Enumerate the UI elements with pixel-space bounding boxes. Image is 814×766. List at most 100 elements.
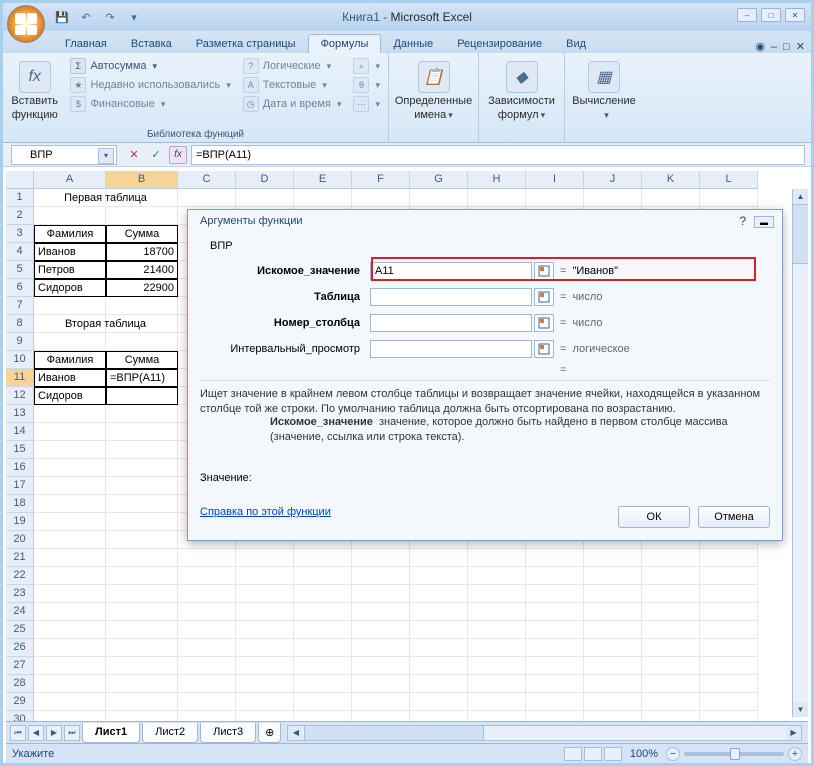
view-layout-icon[interactable] <box>584 747 602 761</box>
col-header[interactable]: F <box>352 171 410 189</box>
inner-restore-icon[interactable]: □ <box>783 41 790 53</box>
range-picker-icon[interactable] <box>534 262 554 280</box>
row-header[interactable]: 29 <box>6 693 34 711</box>
tab-view[interactable]: Вид <box>554 35 598 53</box>
zoom-out-icon[interactable]: − <box>666 747 680 761</box>
col-header[interactable]: C <box>178 171 236 189</box>
math-menu[interactable]: θ <box>351 76 382 94</box>
col-header[interactable]: I <box>526 171 584 189</box>
vertical-scrollbar[interactable]: ▲ ▼ <box>792 189 808 717</box>
range-picker-icon[interactable] <box>534 340 554 358</box>
maximize-icon[interactable]: □ <box>761 8 781 22</box>
row-header[interactable]: 2 <box>6 207 34 225</box>
row-header[interactable]: 18 <box>6 495 34 513</box>
name-box-dropdown-icon[interactable]: ▾ <box>98 148 114 164</box>
sheet-nav-last-icon[interactable]: ⏭ <box>64 725 80 741</box>
sheet-nav-first-icon[interactable]: ⏮ <box>10 725 26 741</box>
col-header[interactable]: J <box>584 171 642 189</box>
recent-menu[interactable]: ★Недавно использовались <box>68 76 232 94</box>
view-normal-icon[interactable] <box>564 747 582 761</box>
arg-input-lookup[interactable]: A11 <box>370 262 532 280</box>
row-header[interactable]: 5 <box>6 261 34 279</box>
cell[interactable]: Иванов <box>34 369 106 387</box>
col-header[interactable]: G <box>410 171 468 189</box>
inner-minimize-icon[interactable]: – <box>771 41 777 53</box>
col-header[interactable]: A <box>34 171 106 189</box>
new-sheet-button[interactable]: ⊕ <box>258 723 281 743</box>
arg-input-range[interactable] <box>370 340 532 358</box>
row-header[interactable]: 3 <box>6 225 34 243</box>
row-header[interactable]: 14 <box>6 423 34 441</box>
sheet-nav-next-icon[interactable]: ▶ <box>46 725 62 741</box>
col-header[interactable]: H <box>468 171 526 189</box>
fx-button-icon[interactable]: fx <box>169 146 187 164</box>
vscroll-thumb[interactable] <box>793 204 808 264</box>
horizontal-scrollbar[interactable]: ◀ ▶ <box>287 725 802 741</box>
arg-input-table[interactable] <box>370 288 532 306</box>
close-icon[interactable]: ✕ <box>785 8 805 22</box>
tab-data[interactable]: Данные <box>381 35 445 53</box>
more-menu[interactable]: ⋯ <box>351 95 382 113</box>
range-picker-icon[interactable] <box>534 314 554 332</box>
cell[interactable]: Сумма <box>106 225 178 243</box>
select-all-corner[interactable] <box>6 171 34 189</box>
save-icon[interactable]: 💾 <box>54 9 70 25</box>
row-header[interactable]: 6 <box>6 279 34 297</box>
row-header[interactable]: 8 <box>6 315 34 333</box>
cell[interactable]: =ВПР(A11) <box>106 369 178 387</box>
cell[interactable]: Фамилия <box>34 225 106 243</box>
cell[interactable]: 21400 <box>106 261 178 279</box>
redo-icon[interactable]: ↷ <box>102 9 118 25</box>
row-header[interactable]: 19 <box>6 513 34 531</box>
help-icon[interactable]: ◉ <box>755 40 765 53</box>
tab-review[interactable]: Рецензирование <box>445 35 554 53</box>
enter-formula-icon[interactable]: ✓ <box>147 146 165 164</box>
dialog-close-icon[interactable]: ▬ <box>754 216 774 228</box>
scroll-down-icon[interactable]: ▼ <box>793 702 808 717</box>
name-box[interactable]: ВПР ▾ <box>11 145 117 165</box>
dialog-help-icon[interactable]: ? <box>739 214 746 228</box>
ok-button[interactable]: ОК <box>618 506 690 528</box>
row-header[interactable]: 4 <box>6 243 34 261</box>
cancel-formula-icon[interactable]: ✕ <box>125 146 143 164</box>
row-header[interactable]: 22 <box>6 567 34 585</box>
cell[interactable]: Иванов <box>34 243 106 261</box>
cell[interactable]: Фамилия <box>34 351 106 369</box>
row-header[interactable]: 17 <box>6 477 34 495</box>
cell[interactable]: 18700 <box>106 243 178 261</box>
cancel-button[interactable]: Отмена <box>698 506 770 528</box>
defined-names-button[interactable]: 📋 Определенные имена <box>401 57 467 121</box>
row-header[interactable]: 1 <box>6 189 34 207</box>
row-header[interactable]: 23 <box>6 585 34 603</box>
cell[interactable]: Сидоров <box>34 387 106 405</box>
row-header[interactable]: 24 <box>6 603 34 621</box>
row-header[interactable]: 27 <box>6 657 34 675</box>
row-header[interactable]: 15 <box>6 441 34 459</box>
sheet-nav-prev-icon[interactable]: ◀ <box>28 725 44 741</box>
zoom-handle[interactable] <box>730 748 740 760</box>
formula-auditing-button[interactable]: ◆ Зависимости формул <box>489 57 555 121</box>
tab-insert[interactable]: Вставка <box>119 35 184 53</box>
row-header[interactable]: 26 <box>6 639 34 657</box>
text-menu[interactable]: AТекстовые <box>241 76 344 94</box>
row-header[interactable]: 25 <box>6 621 34 639</box>
dialog-help-link[interactable]: Справка по этой функции <box>200 506 331 518</box>
insert-function-button[interactable]: fx Вставить функцию <box>9 57 60 121</box>
autosum-menu[interactable]: ΣАвтосумма <box>68 57 232 75</box>
undo-icon[interactable]: ↶ <box>78 9 94 25</box>
minimize-icon[interactable]: – <box>737 8 757 22</box>
row-header[interactable]: 13 <box>6 405 34 423</box>
row-header[interactable]: 12 <box>6 387 34 405</box>
cell[interactable]: Первая таблица <box>34 189 178 207</box>
tab-formulas[interactable]: Формулы <box>308 34 382 53</box>
col-header[interactable]: B <box>106 171 178 189</box>
scroll-up-icon[interactable]: ▲ <box>793 189 808 204</box>
arg-input-col[interactable] <box>370 314 532 332</box>
formula-input[interactable]: =ВПР(A11) <box>191 145 805 165</box>
cell[interactable]: Сумма <box>106 351 178 369</box>
calculation-button[interactable]: ▦ Вычисление <box>571 57 637 121</box>
scroll-right-icon[interactable]: ▶ <box>786 726 801 740</box>
financial-menu[interactable]: $Финансовые <box>68 95 232 113</box>
range-picker-icon[interactable] <box>534 288 554 306</box>
zoom-in-icon[interactable]: + <box>788 747 802 761</box>
